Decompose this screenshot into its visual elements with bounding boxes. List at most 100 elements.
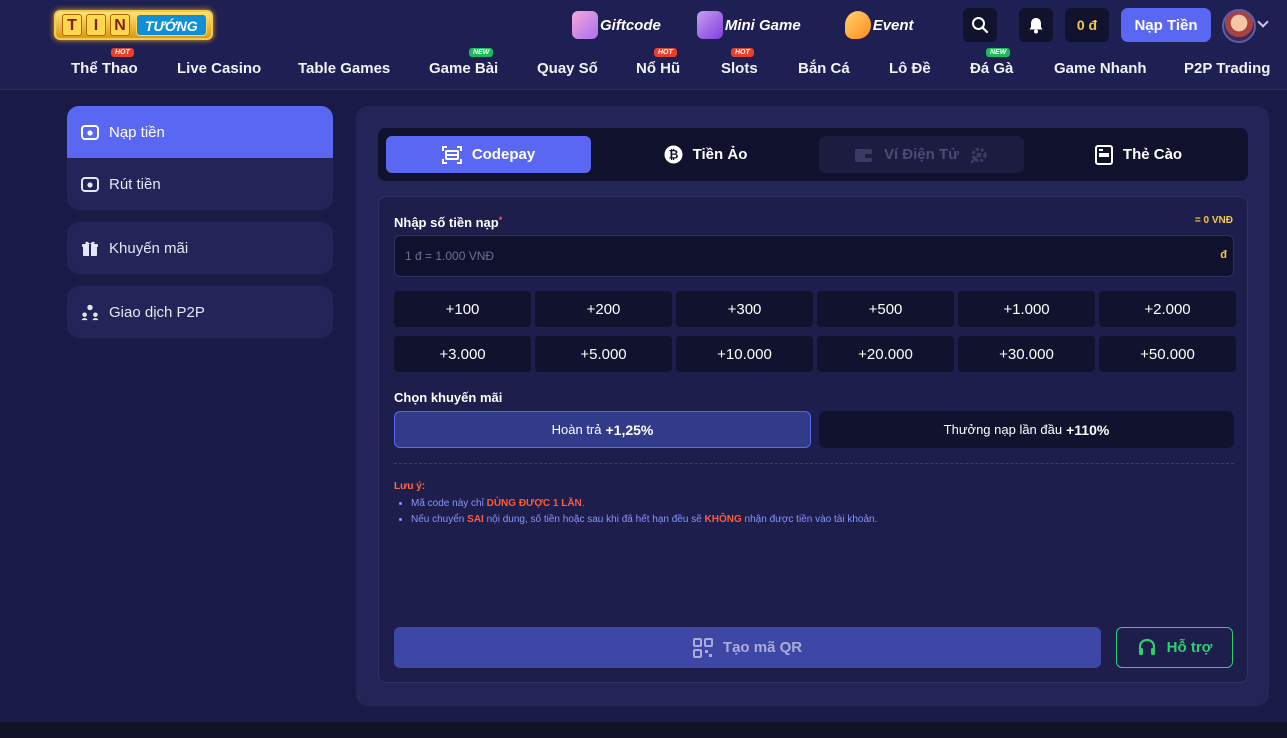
- megaphone-icon: [844, 11, 871, 39]
- tab-label: Tiền Ảo: [692, 146, 748, 163]
- main-nav: HOT Thể Thao Live Casino Table Games NEW…: [0, 48, 1287, 82]
- notification-button[interactable]: [1019, 8, 1053, 42]
- sidebar-wallet-group: Nạp tiền Rút tiền: [67, 106, 333, 210]
- promo-option-first-deposit[interactable]: Thưởng nạp lần đầu +110%: [819, 411, 1234, 448]
- wallet-out-icon: [81, 175, 99, 193]
- bitcoin-icon: ₿: [664, 145, 683, 164]
- mini-game-label: Mini Game: [724, 16, 801, 34]
- event-label: Event: [872, 16, 914, 34]
- brand-logo[interactable]: T I N TƯỚNG: [54, 8, 216, 42]
- note-item: Mã code này chỉ DÙNG ĐƯỢC 1 LẦN.: [411, 496, 877, 512]
- header: T I N TƯỚNG Giftcode Mini Game Event 0 đ…: [0, 0, 1287, 90]
- svg-text:₿: ₿: [668, 148, 678, 162]
- sidebar-item-deposit[interactable]: Nạp tiền: [67, 106, 333, 158]
- footer-bar: [0, 722, 1287, 738]
- tab-codepay[interactable]: Codepay: [386, 136, 591, 173]
- bell-icon: [1029, 17, 1043, 33]
- quick-amount-button[interactable]: +2.000: [1099, 291, 1236, 327]
- wallet-in-icon: [81, 123, 99, 141]
- quick-amount-button[interactable]: +300: [676, 291, 813, 327]
- tab-scratch-card[interactable]: Thẻ Cào: [1036, 136, 1241, 173]
- card-icon: [1094, 144, 1113, 165]
- tab-crypto[interactable]: ₿ Tiền Ảo: [603, 136, 808, 173]
- note-text: .: [581, 498, 585, 509]
- nav-table-games[interactable]: Table Games: [298, 60, 390, 77]
- quick-amount-button[interactable]: +20.000: [817, 336, 954, 372]
- nav-slots[interactable]: HOT Slots: [721, 48, 758, 77]
- hot-badge: HOT: [111, 48, 134, 57]
- header-deposit-button[interactable]: Nạp Tiền: [1121, 8, 1211, 42]
- nav-live-casino[interactable]: Live Casino: [177, 60, 261, 77]
- support-button[interactable]: Hỗ trợ: [1116, 627, 1233, 668]
- avatar[interactable]: [1222, 9, 1256, 43]
- sidebar-promo-group: Khuyến mãi: [67, 222, 333, 274]
- deposit-panel: Codepay ₿ Tiền Ảo Ví Điện Tử Thẻ Cào Nhậ…: [356, 106, 1269, 706]
- amount-label-text: Nhập số tiền nạp: [394, 215, 499, 230]
- logo-word: TƯỚNG: [136, 14, 207, 36]
- scan-icon: [441, 145, 462, 164]
- quick-amount-button[interactable]: +3.000: [394, 336, 531, 372]
- nav-no-hu[interactable]: HOT Nổ Hũ: [636, 48, 680, 77]
- note-item: Nếu chuyển SAI nội dung, số tiền hoặc sa…: [411, 512, 877, 528]
- nav-label: Table Games: [298, 60, 391, 77]
- nav-game-bai[interactable]: NEW Game Bài: [429, 48, 498, 77]
- search-button[interactable]: [963, 8, 997, 42]
- quick-amount-button[interactable]: +1.000: [958, 291, 1095, 327]
- quick-amount-button[interactable]: +50.000: [1099, 336, 1236, 372]
- sidebar-item-promotions[interactable]: Khuyến mãi: [67, 222, 333, 274]
- maintenance-gear-icon: [969, 145, 989, 165]
- quick-amount-grid: +100 +200 +300 +500 +1.000 +2.000 +3.000…: [394, 291, 1236, 372]
- sidebar-item-label: Giao dịch P2P: [109, 303, 205, 321]
- nav-game-nhanh[interactable]: Game Nhanh: [1054, 60, 1147, 77]
- sidebar-p2p-group: Giao dịch P2P: [67, 286, 333, 338]
- quick-amount-button[interactable]: +500: [817, 291, 954, 327]
- notes-title: Lưu ý:: [394, 481, 426, 492]
- payment-method-tabs: Codepay ₿ Tiền Ảo Ví Điện Tử Thẻ Cào: [378, 128, 1248, 181]
- balance-display: 0 đ: [1065, 8, 1109, 42]
- amount-input[interactable]: [394, 235, 1234, 277]
- mini-game-link[interactable]: Mini Game: [696, 11, 801, 39]
- tab-label: Thẻ Cào: [1122, 146, 1183, 163]
- note-highlight: DÙNG ĐƯỢC 1 LẦN: [486, 498, 582, 509]
- quick-amount-button[interactable]: +200: [535, 291, 672, 327]
- slot-machine-icon: [696, 11, 723, 39]
- nav-label: Slots: [721, 60, 758, 77]
- note-text: nhận được tiền vào tài khoản.: [741, 514, 878, 525]
- gift-icon: [81, 239, 99, 257]
- create-qr-button[interactable]: Tạo mã QR: [394, 627, 1101, 668]
- nav-label: Live Casino: [177, 60, 262, 77]
- support-label: Hỗ trợ: [1166, 639, 1213, 656]
- hot-badge: HOT: [654, 48, 677, 57]
- quick-amount-button[interactable]: +100: [394, 291, 531, 327]
- quick-amount-button[interactable]: +10.000: [676, 336, 813, 372]
- sidebar-item-p2p[interactable]: Giao dịch P2P: [67, 286, 333, 338]
- nav-the-thao[interactable]: HOT Thể Thao: [71, 48, 138, 77]
- promo-option-cashback[interactable]: Hoàn trả +1,25%: [394, 411, 811, 448]
- sidebar-item-withdraw[interactable]: Rút tiền: [67, 158, 333, 210]
- divider: [394, 463, 1234, 464]
- note-highlight: SAI: [467, 514, 484, 525]
- chevron-down-icon[interactable]: [1257, 16, 1269, 28]
- nav-p2p-trading[interactable]: P2P Trading: [1184, 60, 1270, 77]
- quick-amount-button[interactable]: +30.000: [958, 336, 1095, 372]
- nav-da-ga[interactable]: NEW Đá Gà: [970, 48, 1014, 77]
- gift-icon: [572, 11, 598, 39]
- giftcode-label: Giftcode: [600, 16, 661, 34]
- currency-unit: đ: [1220, 249, 1227, 261]
- new-badge: NEW: [469, 48, 494, 57]
- search-icon: [972, 17, 989, 34]
- nav-ban-ca[interactable]: Bắn Cá: [798, 60, 850, 77]
- sidebar-item-label: Rút tiền: [109, 175, 161, 193]
- nav-label: Đá Gà: [970, 60, 1014, 77]
- promo-value: +110%: [1066, 421, 1110, 438]
- tab-label: Ví Điện Tử: [883, 146, 960, 163]
- notes-list: Mã code này chỉ DÙNG ĐƯỢC 1 LẦN. Nếu chu…: [411, 496, 877, 528]
- sidebar-item-label: Nạp tiền: [109, 123, 165, 141]
- sidebar-item-label: Khuyến mãi: [109, 239, 189, 257]
- event-link[interactable]: Event: [844, 11, 914, 39]
- quick-amount-button[interactable]: +5.000: [535, 336, 672, 372]
- giftcode-link[interactable]: Giftcode: [572, 11, 661, 39]
- promo-label: Chọn khuyến mãi: [394, 390, 503, 405]
- nav-quay-so[interactable]: Quay Số: [537, 60, 598, 77]
- nav-lo-de[interactable]: Lô Đề: [889, 60, 931, 77]
